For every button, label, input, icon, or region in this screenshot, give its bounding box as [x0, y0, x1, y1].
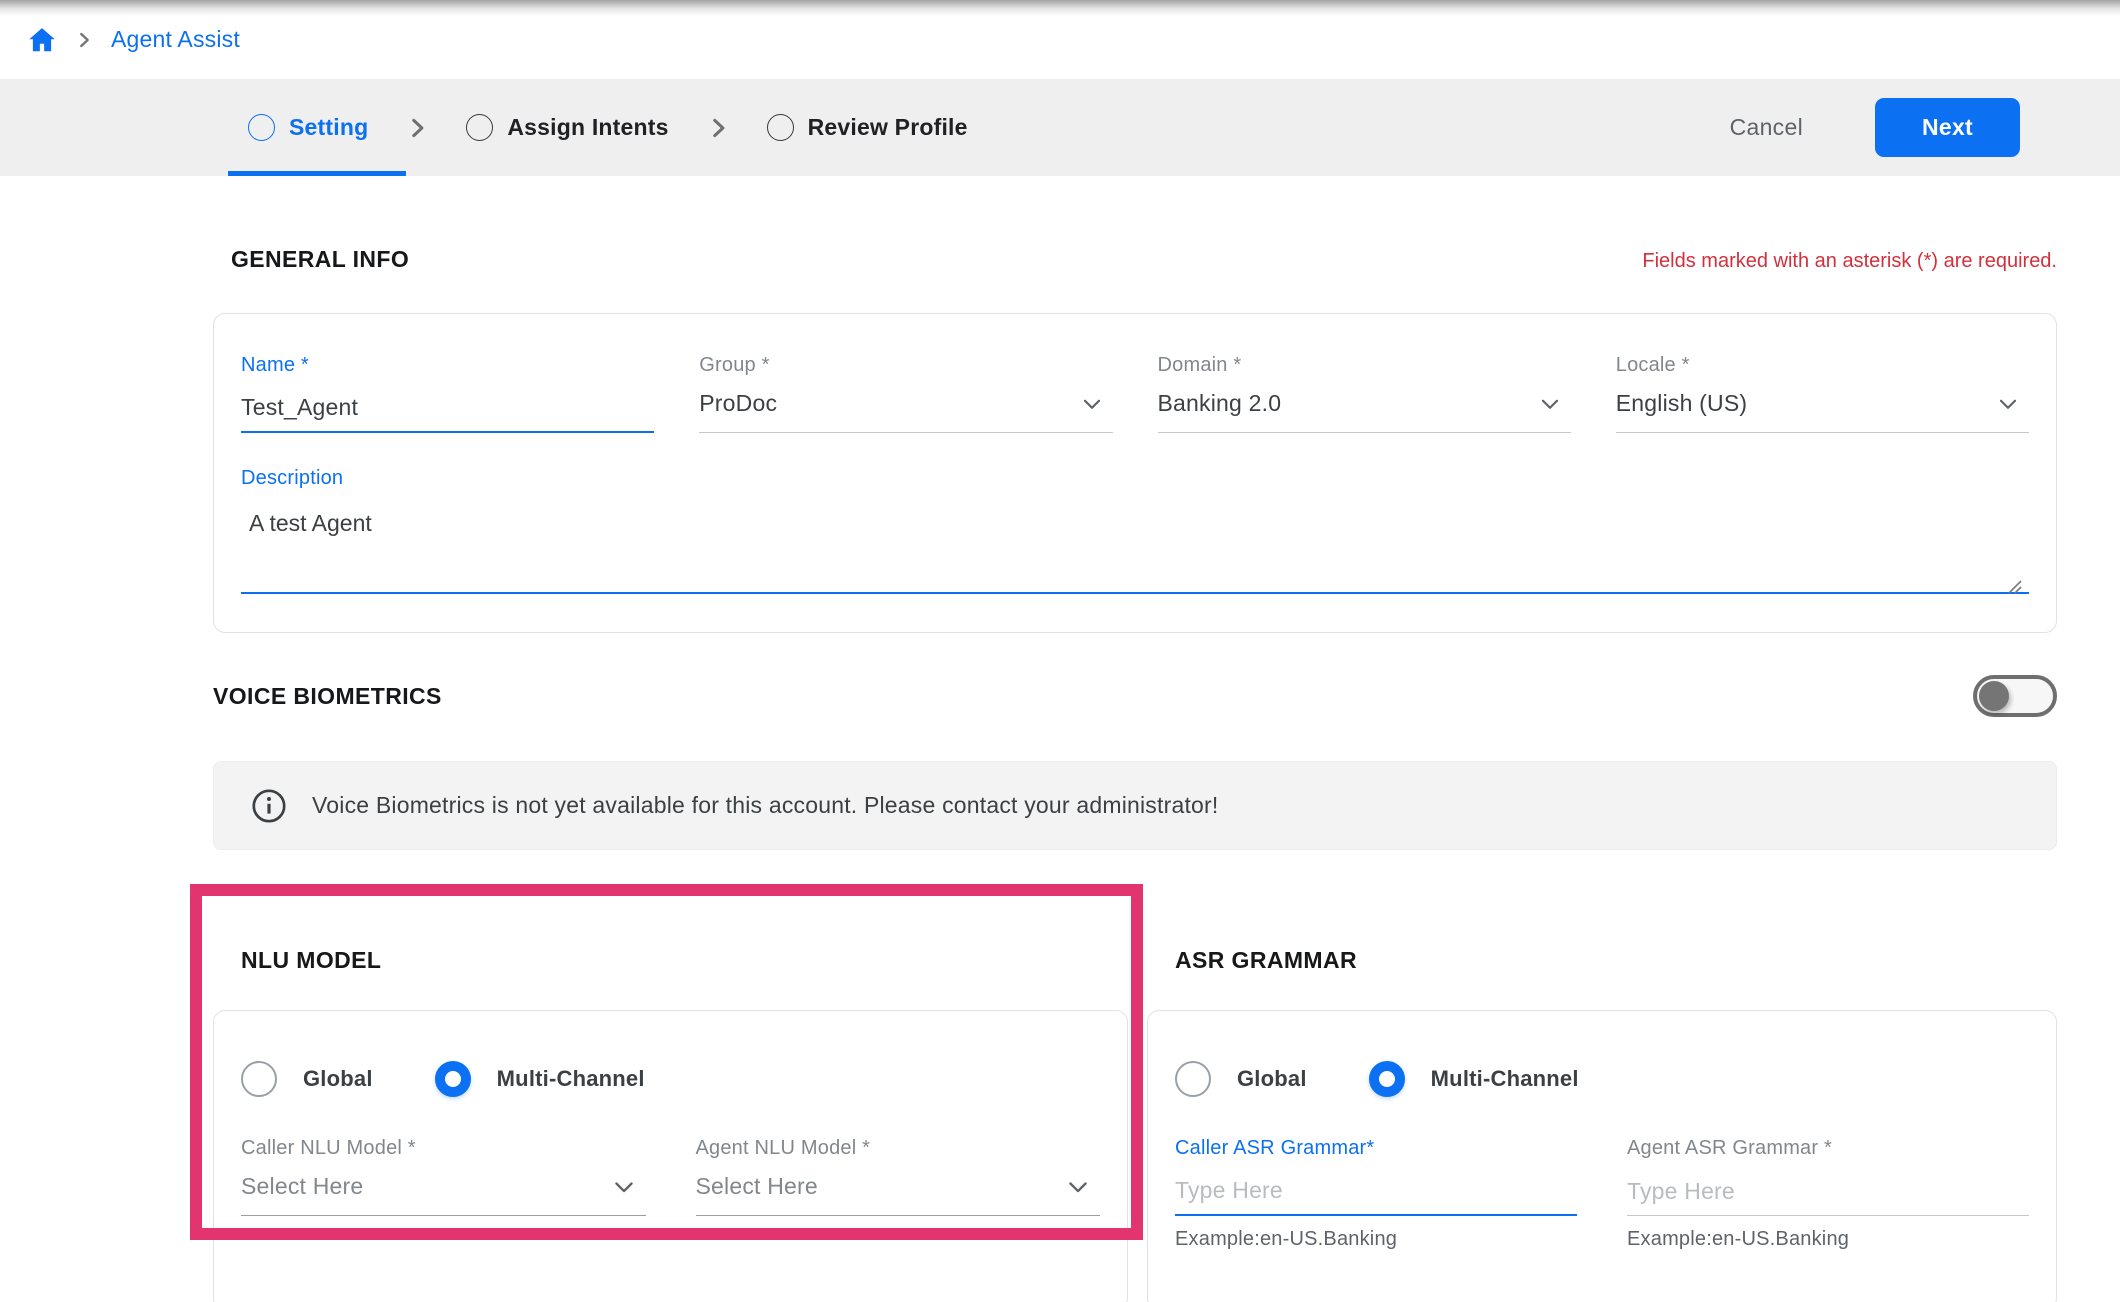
asr-grammar-section: ASR GRAMMAR Global Multi-Channel Caller … [1147, 947, 2057, 1302]
domain-value: Banking 2.0 [1158, 390, 1282, 417]
agent-asr-grammar-input[interactable] [1627, 1178, 2029, 1205]
step-label: Assign Intents [507, 114, 668, 141]
agent-nlu-model-label: Agent NLU Model * [696, 1137, 1101, 1160]
group-select[interactable]: ProDoc [699, 385, 1112, 433]
step-label: Review Profile [808, 114, 968, 141]
chevron-right-icon [705, 115, 731, 141]
step-circle-icon [466, 114, 493, 141]
locale-value: English (US) [1616, 390, 1748, 417]
general-info-title: GENERAL INFO [213, 246, 409, 273]
caller-asr-grammar-hint: Example:en-US.Banking [1175, 1228, 1577, 1251]
step-circle-icon [248, 114, 275, 141]
domain-field: Domain * Banking 2.0 [1158, 354, 1571, 433]
nlu-model-title: NLU MODEL [213, 947, 1128, 974]
voice-biometrics-toggle[interactable] [1973, 675, 2057, 717]
domain-label: Domain * [1158, 354, 1571, 377]
chevron-down-icon [1537, 391, 1563, 417]
step-setting[interactable]: Setting [248, 114, 368, 141]
chevron-down-icon [1064, 1173, 1092, 1201]
step-label: Setting [289, 114, 368, 141]
page-content: GENERAL INFO Fields marked with an aster… [0, 246, 2120, 1302]
asr-grammar-card: Global Multi-Channel Caller ASR Grammar*… [1147, 1010, 2057, 1302]
domain-select[interactable]: Banking 2.0 [1158, 385, 1571, 433]
next-button[interactable]: Next [1875, 98, 2020, 157]
description-label: Description [241, 467, 2029, 490]
caller-nlu-model-select[interactable]: Select Here [241, 1168, 646, 1216]
caller-nlu-model-field: Caller NLU Model * Select Here [241, 1137, 646, 1216]
active-step-underline [228, 171, 406, 176]
nlu-model-card: Global Multi-Channel Caller NLU Model * … [213, 1010, 1128, 1302]
caller-asr-grammar-input[interactable] [1175, 1177, 1577, 1204]
required-fields-note: Fields marked with an asterisk (*) are r… [1642, 250, 2057, 273]
caller-asr-grammar-label: Caller ASR Grammar* [1175, 1137, 1577, 1160]
agent-nlu-model-field: Agent NLU Model * Select Here [696, 1137, 1101, 1216]
chevron-right-icon [404, 115, 430, 141]
description-field: Description A test Agent [241, 467, 2029, 599]
agent-assist-settings-page: Agent Assist Setting Assign Intents Revi… [0, 0, 2120, 1302]
step-assign-intents[interactable]: Assign Intents [466, 114, 668, 141]
asr-grammar-title: ASR GRAMMAR [1147, 947, 2057, 974]
nlu-global-radio[interactable] [241, 1061, 277, 1097]
chevron-down-icon [610, 1173, 638, 1201]
locale-field: Locale * English (US) [1616, 354, 2029, 433]
agent-asr-grammar-field: Agent ASR Grammar * Example:en-US.Bankin… [1627, 1137, 2029, 1251]
description-textarea[interactable]: A test Agent [241, 502, 2029, 594]
chevron-right-icon [73, 29, 95, 51]
nlu-model-section: NLU MODEL Global Multi-Channel Caller NL… [213, 947, 1128, 1302]
step-circle-icon [767, 114, 794, 141]
name-field: Name * [241, 354, 654, 433]
home-icon[interactable] [27, 25, 57, 55]
general-info-card: Name * Group * ProDoc Domain * [213, 313, 2057, 633]
locale-label: Locale * [1616, 354, 2029, 377]
caller-asr-grammar-field: Caller ASR Grammar* Example:en-US.Bankin… [1175, 1137, 1577, 1251]
voice-biometrics-title: VOICE BIOMETRICS [213, 683, 442, 710]
breadcrumb-link-agent-assist[interactable]: Agent Assist [111, 26, 240, 53]
agent-asr-grammar-hint: Example:en-US.Banking [1627, 1228, 2029, 1251]
nlu-multi-channel-radio[interactable] [435, 1061, 471, 1097]
group-field: Group * ProDoc [699, 354, 1112, 433]
asr-global-label: Global [1237, 1066, 1307, 1092]
resize-handle-icon[interactable] [2005, 577, 2023, 595]
name-label: Name * [241, 354, 654, 377]
info-icon [250, 787, 288, 825]
voice-biometrics-info-banner: Voice Biometrics is not yet available fo… [213, 761, 2057, 850]
asr-multi-channel-radio[interactable] [1369, 1061, 1405, 1097]
agent-nlu-model-placeholder: Select Here [696, 1173, 818, 1200]
agent-nlu-model-select[interactable]: Select Here [696, 1168, 1101, 1216]
name-input[interactable] [241, 394, 654, 421]
caller-nlu-model-label: Caller NLU Model * [241, 1137, 646, 1160]
cancel-button[interactable]: Cancel [1730, 114, 1803, 141]
info-message: Voice Biometrics is not yet available fo… [312, 792, 1218, 819]
stepper-bar: Setting Assign Intents Review Profile Ca… [0, 79, 2120, 176]
nlu-global-label: Global [303, 1066, 373, 1092]
stepper: Setting Assign Intents Review Profile [248, 114, 968, 141]
toggle-knob [1979, 681, 2009, 711]
asr-global-radio[interactable] [1175, 1061, 1211, 1097]
locale-select[interactable]: English (US) [1616, 385, 2029, 433]
agent-asr-grammar-label: Agent ASR Grammar * [1627, 1137, 2029, 1160]
caller-nlu-model-placeholder: Select Here [241, 1173, 363, 1200]
wizard-actions: Cancel Next [1730, 98, 2020, 157]
group-label: Group * [699, 354, 1112, 377]
chevron-down-icon [1079, 391, 1105, 417]
asr-multi-channel-label: Multi-Channel [1431, 1066, 1579, 1092]
group-value: ProDoc [699, 390, 777, 417]
step-review-profile[interactable]: Review Profile [767, 114, 968, 141]
nlu-multi-channel-label: Multi-Channel [497, 1066, 645, 1092]
breadcrumb: Agent Assist [0, 0, 2120, 79]
chevron-down-icon [1995, 391, 2021, 417]
